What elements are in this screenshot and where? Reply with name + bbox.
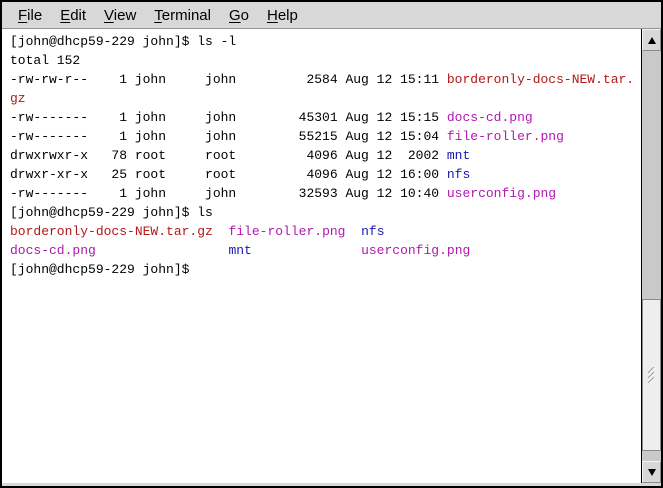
menu-go[interactable]: Go: [220, 4, 258, 27]
window-bottom-frame: [2, 483, 661, 486]
scroll-down-icon: [648, 469, 656, 476]
terminal-text-segment: file-roller.png: [447, 129, 564, 144]
terminal-content-area: [john@dhcp59-229 john]$ ls -l total 152 -r…: [2, 29, 661, 483]
menu-bar: File Edit View Terminal Go Help: [2, 2, 661, 29]
terminal-line: [john@dhcp59-229 john]$ ls: [10, 203, 641, 222]
menu-file-label: ile: [27, 7, 42, 24]
terminal-text-segment: borderonly-docs-NEW.tar.gz: [10, 224, 213, 239]
terminal-text-segment: mnt: [228, 243, 251, 258]
terminal-line: -rw------- 1 john john 55215 Aug 12 15:0…: [10, 127, 641, 146]
terminal-text-segment: userconfig.png: [447, 186, 556, 201]
terminal-text-segment: userconfig.png: [361, 243, 470, 258]
terminal-line: -rw------- 1 john john 45301 Aug 12 15:1…: [10, 108, 641, 127]
terminal-text-segment: -rw------- 1 john john 32593 Aug 12 10:4…: [10, 186, 447, 201]
terminal-line: [john@dhcp59-229 john]$: [10, 260, 641, 279]
terminal-text-segment: docs-cd.png: [10, 243, 96, 258]
menu-terminal[interactable]: Terminal: [145, 4, 220, 27]
terminal-text-segment: file-roller.png: [228, 224, 345, 239]
terminal-text-segment: nfs: [361, 224, 384, 239]
terminal-text-segment: nfs: [447, 167, 470, 182]
terminal-text-segment: drwxr-xr-x 25 root root 4096 Aug 12 16:0…: [10, 167, 447, 182]
menu-file-mnemonic: F: [18, 7, 27, 24]
menu-go-label: o: [241, 7, 249, 24]
terminal-output[interactable]: [john@dhcp59-229 john]$ ls -l total 152 -r…: [2, 29, 641, 483]
scroll-up-icon: [648, 37, 656, 44]
terminal-text-segment: [345, 224, 361, 239]
terminal-line: [john@dhcp59-229 john]$ ls -l: [10, 32, 641, 51]
terminal-text-segment: [john@dhcp59-229 john]$: [10, 262, 197, 277]
terminal-line: drwxrwxr-x 78 root root 4096 Aug 12 2002…: [10, 146, 641, 165]
menu-file[interactable]: File: [9, 4, 51, 27]
terminal-window: File Edit View Terminal Go Help [john@dh…: [0, 0, 663, 488]
terminal-text-segment: [john@dhcp59-229 john]$ ls -l: [10, 34, 236, 49]
menu-help-mnemonic: H: [267, 7, 278, 24]
menu-terminal-mnemonic: T: [154, 7, 162, 24]
terminal-line: total 152: [10, 51, 641, 70]
terminal-line: -rw------- 1 john john 32593 Aug 12 10:4…: [10, 184, 641, 203]
menu-view-label: iew: [114, 7, 137, 24]
terminal-text-segment: borderonly-docs-NEW.tar.: [447, 72, 634, 87]
menu-help-label: elp: [278, 7, 298, 24]
terminal-line: gz: [10, 89, 641, 108]
terminal-text-segment: [213, 224, 229, 239]
menu-go-mnemonic: G: [229, 7, 241, 24]
terminal-text-segment: docs-cd.png: [447, 110, 533, 125]
terminal-text-segment: total 152: [10, 53, 80, 68]
terminal-text-segment: mnt: [447, 148, 470, 163]
menu-view[interactable]: View: [95, 4, 145, 27]
terminal-text-segment: gz: [10, 91, 26, 106]
terminal-line: drwxr-xr-x 25 root root 4096 Aug 12 16:0…: [10, 165, 641, 184]
terminal-text-segment: -rw-rw-r-- 1 john john 2584 Aug 12 15:11: [10, 72, 447, 87]
scroll-up-button[interactable]: [642, 29, 661, 51]
terminal-text-segment: [252, 243, 361, 258]
menu-help[interactable]: Help: [258, 4, 307, 27]
scroll-down-button[interactable]: [642, 461, 661, 483]
scrollbar-thumb[interactable]: [642, 299, 661, 451]
terminal-text-segment: [john@dhcp59-229 john]$ ls: [10, 205, 213, 220]
vertical-scrollbar[interactable]: [641, 29, 661, 483]
terminal-text-segment: drwxrwxr-x 78 root root 4096 Aug 12 2002: [10, 148, 447, 163]
terminal-text-segment: -rw------- 1 john john 55215 Aug 12 15:0…: [10, 129, 447, 144]
scrollbar-track[interactable]: [642, 51, 661, 461]
menu-view-mnemonic: V: [104, 7, 114, 24]
terminal-line: docs-cd.png mnt userconfig.png: [10, 241, 641, 260]
terminal-text-segment: [96, 243, 229, 258]
menu-edit[interactable]: Edit: [51, 4, 95, 27]
terminal-line: -rw-rw-r-- 1 john john 2584 Aug 12 15:11…: [10, 70, 641, 89]
menu-edit-label: dit: [70, 7, 86, 24]
scrollbar-gripper-icon: [646, 367, 658, 383]
terminal-text-segment: -rw------- 1 john john 45301 Aug 12 15:1…: [10, 110, 447, 125]
terminal-line: borderonly-docs-NEW.tar.gz file-roller.p…: [10, 222, 641, 241]
menu-edit-mnemonic: E: [60, 7, 70, 24]
menu-terminal-label: erminal: [162, 7, 211, 24]
